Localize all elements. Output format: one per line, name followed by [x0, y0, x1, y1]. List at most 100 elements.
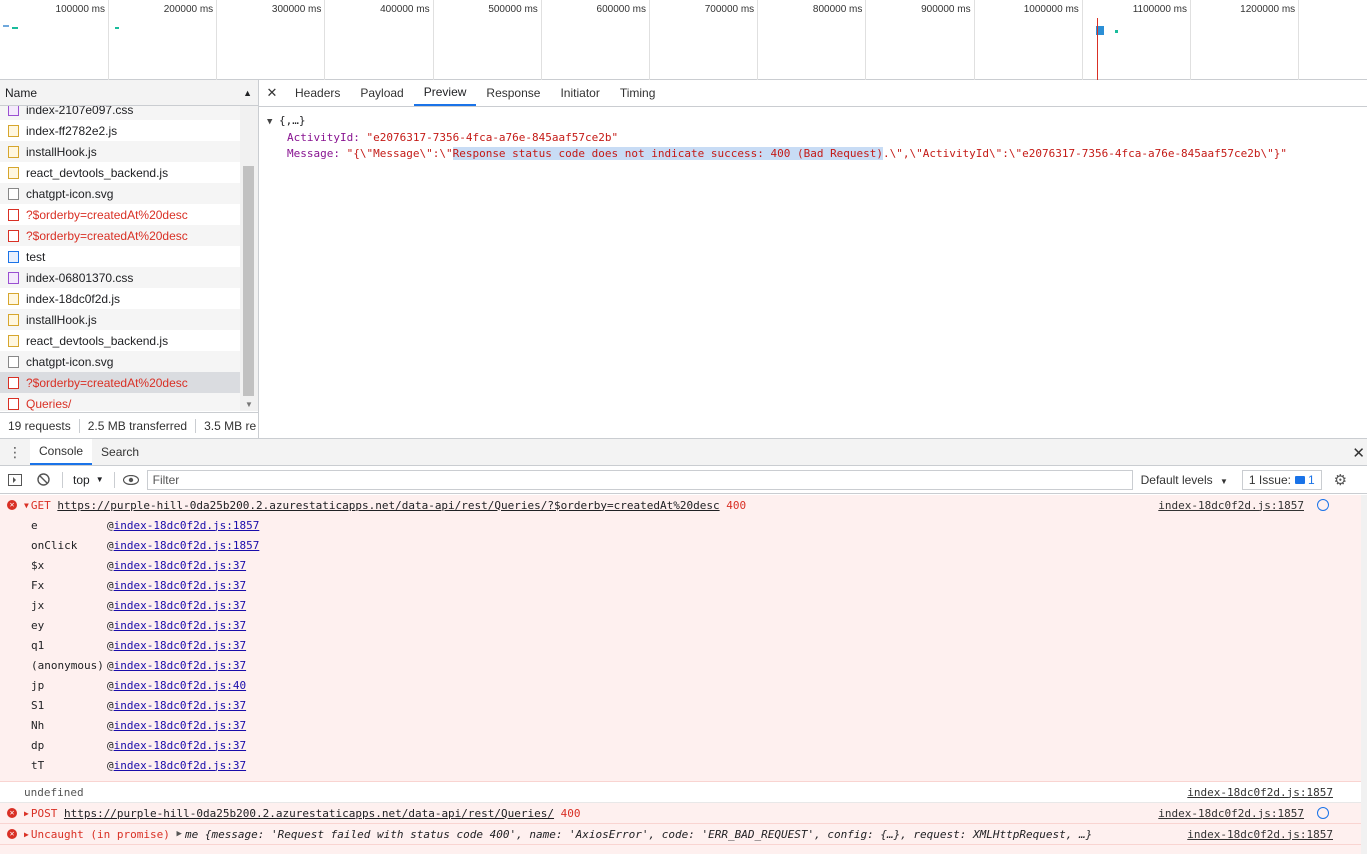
script-icon: [8, 292, 19, 305]
stack-location-link[interactable]: index-18dc0f2d.js:37: [114, 619, 246, 632]
timeline-gridline: [1298, 0, 1300, 80]
at-symbol: @: [107, 578, 114, 592]
stack-location-link[interactable]: index-18dc0f2d.js:40: [114, 679, 246, 692]
issues-button[interactable]: 1 Issue: 1: [1241, 469, 1322, 490]
script-icon: [8, 334, 19, 347]
stack-location-link[interactable]: index-18dc0f2d.js:37: [114, 719, 246, 732]
stack-function: q1: [31, 638, 45, 652]
error-header-line[interactable]: ✕ ▶ Uncaught (in promise) ▶ me {message:…: [0, 824, 1361, 844]
at-symbol: @: [107, 638, 114, 652]
timeline-label: 100000 ms: [55, 4, 105, 15]
sidebar-toggle-icon[interactable]: [0, 473, 30, 486]
name-column-header[interactable]: Name: [5, 86, 37, 100]
context-selector[interactable]: top ▼: [69, 473, 108, 487]
stack-frame: (anonymous) @ index-18dc0f2d.js:37: [0, 655, 1361, 675]
request-row[interactable]: ?$orderby=createdAt%20desc: [0, 372, 240, 393]
stack-location-link[interactable]: index-18dc0f2d.js:1857: [114, 519, 260, 532]
source-link[interactable]: index-18dc0f2d.js:1857: [1158, 499, 1304, 512]
timeline-request-mark: [115, 27, 119, 29]
expand-triangle-icon[interactable]: ▶: [24, 830, 29, 839]
preview-root-line[interactable]: ▼ {,…}: [267, 113, 1359, 130]
request-row[interactable]: ?$orderby=createdAt%20desc: [0, 225, 240, 246]
source-link[interactable]: index-18dc0f2d.js:1857: [1158, 807, 1304, 820]
network-request-icon[interactable]: [1317, 499, 1329, 511]
tab-console[interactable]: Console: [30, 439, 93, 465]
stack-location-link[interactable]: index-18dc0f2d.js:37: [114, 639, 246, 652]
log-levels-dropdown[interactable]: Default levels ▼: [1141, 473, 1228, 487]
request-row[interactable]: test: [0, 246, 240, 267]
stack-function: $x: [31, 558, 45, 572]
stack-location-link[interactable]: index-18dc0f2d.js:37: [114, 759, 246, 772]
source-link[interactable]: index-18dc0f2d.js:1857: [1187, 786, 1333, 799]
error-header-line[interactable]: ✕ ▶ POST https://purple-hill-0da25b200.2…: [0, 803, 1361, 823]
sort-arrow-icon[interactable]: ▲: [243, 88, 252, 98]
live-expression-eye-icon[interactable]: [121, 474, 141, 485]
scroll-down-icon[interactable]: ▼: [245, 400, 253, 409]
source-link[interactable]: index-18dc0f2d.js:1857: [1187, 828, 1333, 841]
request-row[interactable]: ?$orderby=createdAt%20desc: [0, 204, 240, 225]
request-name: react_devtools_backend.js: [26, 333, 169, 348]
request-row[interactable]: index-2107e097.css: [0, 106, 240, 120]
request-row[interactable]: index-18dc0f2d.js: [0, 288, 240, 309]
expand-triangle-icon[interactable]: ▼: [24, 501, 29, 510]
tab-headers[interactable]: Headers: [285, 80, 350, 106]
request-row[interactable]: react_devtools_backend.js: [0, 162, 240, 183]
filter-input[interactable]: Filter: [146, 469, 1133, 490]
stack-location-link[interactable]: index-18dc0f2d.js:1857: [114, 539, 260, 552]
close-icon[interactable]: ✕: [259, 80, 285, 106]
timeline-label: 700000 ms: [704, 4, 755, 15]
failed-request-icon: [8, 376, 19, 389]
stack-location-link[interactable]: index-18dc0f2d.js:37: [114, 699, 246, 712]
error-object[interactable]: me {message: 'Request failed with status…: [185, 828, 1092, 841]
stack-location-link[interactable]: index-18dc0f2d.js:37: [114, 599, 246, 612]
request-row[interactable]: react_devtools_backend.js: [0, 330, 240, 351]
timeline-request-mark: [12, 27, 18, 29]
request-url-link[interactable]: https://purple-hill-0da25b200.2.azuresta…: [64, 807, 554, 820]
expand-triangle-icon[interactable]: ▼: [267, 117, 272, 127]
stack-location-link[interactable]: index-18dc0f2d.js:37: [114, 739, 246, 752]
script-icon: [8, 313, 19, 326]
tab-payload[interactable]: Payload: [350, 80, 413, 106]
request-name: ?$orderby=createdAt%20desc: [26, 375, 188, 390]
drawer-close-icon[interactable]: ✕: [1352, 444, 1365, 462]
request-row[interactable]: chatgpt-icon.svg: [0, 183, 240, 204]
stack-location-link[interactable]: index-18dc0f2d.js:37: [114, 559, 246, 572]
request-url-link[interactable]: https://purple-hill-0da25b200.2.azuresta…: [57, 499, 719, 512]
timeline-label: 800000 ms: [812, 4, 863, 15]
stack-location-link[interactable]: index-18dc0f2d.js:37: [114, 579, 246, 592]
tab-timing[interactable]: Timing: [610, 80, 666, 106]
request-row[interactable]: Queries/: [0, 393, 240, 411]
at-symbol: @: [107, 718, 114, 732]
request-name: test: [26, 249, 46, 264]
more-options-icon[interactable]: ⋮: [0, 439, 30, 465]
request-row[interactable]: index-ff2782e2.js: [0, 120, 240, 141]
tab-preview[interactable]: Preview: [413, 80, 477, 106]
request-row[interactable]: installHook.js: [0, 309, 240, 330]
expand-triangle-icon[interactable]: ▶: [24, 809, 29, 818]
stack-location-link[interactable]: index-18dc0f2d.js:37: [114, 659, 246, 672]
error-header-line[interactable]: ✕ ▼ GET https://purple-hill-0da25b200.2.…: [0, 495, 1361, 515]
clear-console-icon[interactable]: [30, 473, 56, 486]
request-name: installHook.js: [26, 144, 97, 159]
request-list-header[interactable]: Name ▲: [0, 80, 258, 106]
request-name: chatgpt-icon.svg: [26, 186, 114, 201]
tab-search[interactable]: Search: [92, 439, 148, 465]
request-row[interactable]: chatgpt-icon.svg: [0, 351, 240, 372]
expand-object-icon[interactable]: ▶: [177, 829, 182, 839]
request-name: index-2107e097.css: [26, 106, 134, 117]
stack-frame: Nh @ index-18dc0f2d.js:37: [0, 715, 1361, 735]
request-row[interactable]: installHook.js: [0, 141, 240, 162]
scrollbar-thumb[interactable]: [243, 166, 254, 396]
settings-gear-icon[interactable]: ⚙: [1334, 471, 1347, 489]
timeline-label: 400000 ms: [380, 4, 430, 15]
image-icon: [8, 187, 19, 200]
request-row[interactable]: index-06801370.css: [0, 267, 240, 288]
timeline-label: 500000 ms: [488, 4, 538, 15]
network-request-icon[interactable]: [1317, 807, 1329, 819]
tab-response[interactable]: Response: [476, 80, 550, 106]
tab-initiator[interactable]: Initiator: [550, 80, 609, 106]
network-overview-timeline[interactable]: 100000 ms 200000 ms 300000 ms 400000 ms 5000…: [0, 0, 1367, 80]
console-scrollbar[interactable]: [1361, 495, 1367, 854]
timeline-label: 300000 ms: [271, 4, 322, 15]
request-list-scrollbar[interactable]: ▼: [240, 106, 258, 411]
